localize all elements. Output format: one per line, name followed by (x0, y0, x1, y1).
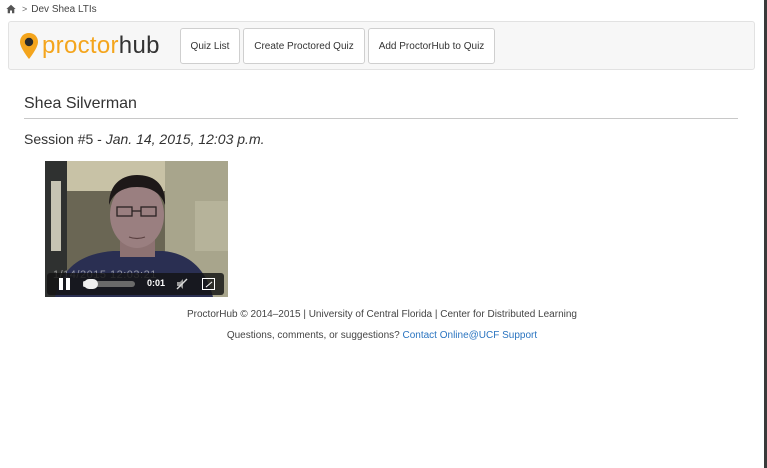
logo-text-proctor: proctor (42, 32, 119, 59)
mute-icon[interactable] (175, 277, 189, 291)
heading-divider (24, 118, 738, 119)
webcam-video-player[interactable]: 1/14/2015 12:03:21 0:01 (45, 161, 228, 297)
create-proctored-quiz-button[interactable]: Create Proctored Quiz (243, 28, 365, 64)
home-icon[interactable] (6, 4, 16, 14)
header-bar: proctorhub Quiz List Create Proctored Qu… (8, 21, 755, 70)
add-proctorhub-to-quiz-button[interactable]: Add ProctorHub to Quiz (368, 28, 495, 64)
video-time: 0:01 (147, 278, 166, 288)
fullscreen-icon[interactable] (202, 278, 215, 290)
quiz-list-button[interactable]: Quiz List (180, 28, 240, 64)
contact-support-link[interactable]: Contact Online@UCF Support (402, 330, 537, 341)
session-date: Jan. 14, 2015, 12:03 p.m. (105, 131, 265, 147)
session-heading: Session #5 - Jan. 14, 2015, 12:03 p.m. (24, 131, 265, 147)
breadcrumb-course-link[interactable]: Dev Shea LTIs (31, 4, 96, 15)
video-progress-bar[interactable] (83, 279, 135, 289)
proctorhub-logo[interactable]: proctorhub (18, 32, 160, 60)
video-scrubber-handle[interactable] (84, 279, 98, 289)
logo-text-hub: hub (118, 32, 160, 59)
student-name-heading: Shea Silverman (24, 95, 137, 112)
footer-contact-text: Questions, comments, or suggestions? (226, 330, 403, 341)
pause-icon[interactable] (59, 278, 71, 290)
video-controls: 0:01 (47, 273, 224, 295)
breadcrumb: > Dev Shea LTIs (6, 2, 97, 16)
footer-copyright: ProctorHub © 2014–2015 | University of C… (187, 309, 577, 320)
breadcrumb-separator: > (22, 4, 28, 14)
location-pin-icon (20, 33, 38, 59)
footer-contact: Questions, comments, or suggestions? Con… (0, 330, 764, 341)
session-number: Session #5 - (24, 131, 106, 147)
